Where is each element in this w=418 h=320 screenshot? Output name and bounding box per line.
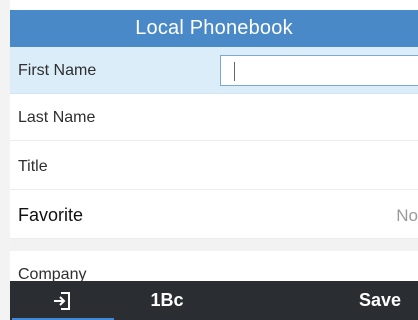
text-caret [234,62,235,81]
back-softkey[interactable] [10,281,114,320]
contact-field-list: First Name Last Name Title Favorite No C… [10,47,418,281]
softkey-bar: 1Bc Save [10,281,418,320]
left-edge-strip [0,0,10,320]
title-row[interactable]: Title [10,143,418,190]
first-name-label: First Name [18,62,97,79]
phonebook-screen: Local Phonebook First Name Last Name Tit… [0,0,418,320]
last-name-label: Last Name [18,109,96,126]
first-name-input[interactable] [220,55,418,86]
company-row[interactable]: Company [10,251,418,281]
page-title: Local Phonebook [10,10,418,47]
favorite-value: No [396,206,418,225]
first-name-row[interactable]: First Name [10,47,418,94]
favorite-label: Favorite [18,205,84,225]
last-name-row[interactable]: Last Name [10,94,418,141]
favorite-row[interactable]: Favorite No [10,192,418,239]
back-exit-icon [51,290,73,311]
input-mode-softkey[interactable]: 1Bc [136,281,198,320]
section-divider [10,239,418,251]
company-label: Company [18,266,87,281]
save-softkey[interactable]: Save [341,281,401,320]
title-label: Title [18,158,48,175]
